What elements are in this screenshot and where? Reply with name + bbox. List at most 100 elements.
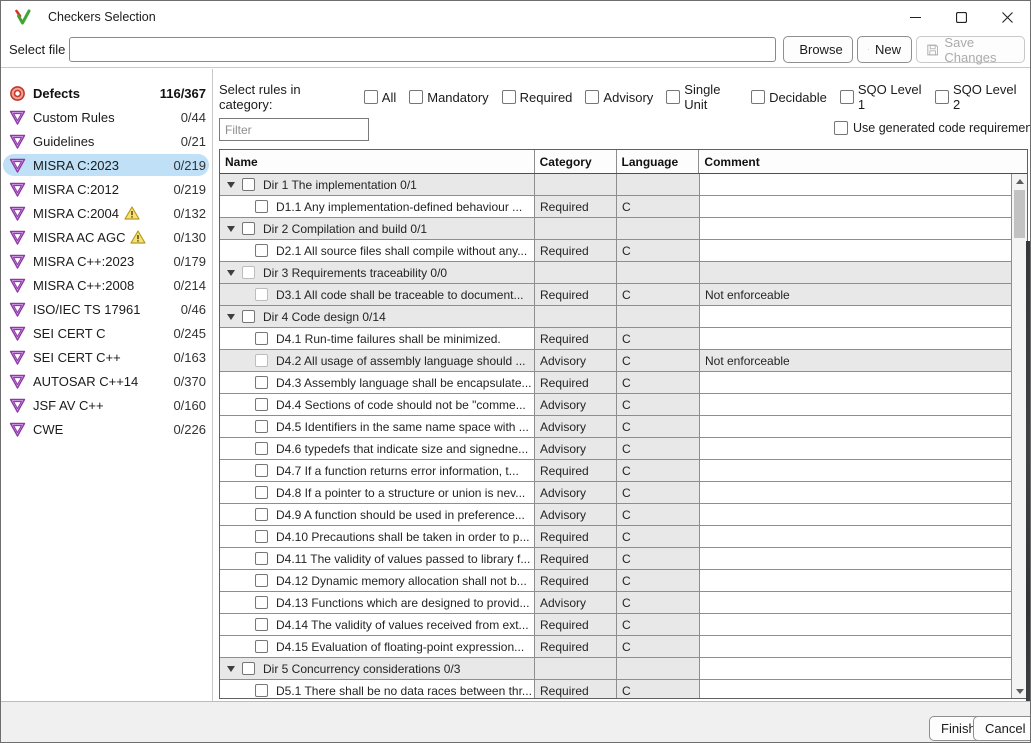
cancel-button[interactable]: Cancel <box>973 716 1031 741</box>
comment-cell[interactable] <box>700 262 1012 283</box>
category-checkbox[interactable] <box>935 90 949 104</box>
sidebar-item-sei-cert-c-[interactable]: SEI CERT C++0/163 <box>1 345 212 369</box>
category-option-single-unit[interactable]: Single Unit <box>666 82 738 112</box>
file-path-input[interactable] <box>69 37 776 62</box>
sidebar-item-iso-iec-ts-17961[interactable]: ISO/IEC TS 179610/46 <box>1 297 212 321</box>
comment-cell[interactable] <box>700 592 1012 613</box>
rule-checkbox[interactable] <box>255 486 268 499</box>
rule-checkbox[interactable] <box>242 178 255 191</box>
collapse-arrow-icon[interactable] <box>227 666 235 672</box>
close-button[interactable] <box>984 1 1030 33</box>
rule-checkbox[interactable] <box>255 530 268 543</box>
use-generated-code-checkbox[interactable] <box>834 121 848 135</box>
comment-cell[interactable] <box>700 614 1012 635</box>
collapse-arrow-icon[interactable] <box>227 182 235 188</box>
rule-checkbox[interactable] <box>255 200 268 213</box>
comment-cell[interactable] <box>700 240 1012 261</box>
rule-checkbox[interactable] <box>255 596 268 609</box>
comment-cell[interactable] <box>700 306 1012 327</box>
sidebar-item-defects[interactable]: Defects116/367 <box>1 81 212 105</box>
collapse-arrow-icon[interactable] <box>227 314 235 320</box>
column-header-language[interactable]: Language <box>617 150 700 173</box>
rule-checkbox[interactable] <box>255 332 268 345</box>
table-row[interactable]: D4.6 typedefs that indicate size and sig… <box>220 438 1027 460</box>
table-row[interactable]: D4.4 Sections of code should not be "com… <box>220 394 1027 416</box>
comment-cell[interactable] <box>700 526 1012 547</box>
table-row[interactable]: Dir 2 Compilation and build 0/1 <box>220 218 1027 240</box>
comment-cell[interactable] <box>700 504 1012 525</box>
sidebar-item-custom-rules[interactable]: Custom Rules0/44 <box>1 105 212 129</box>
rule-checkbox[interactable] <box>255 288 268 301</box>
rule-checkbox[interactable] <box>255 464 268 477</box>
comment-cell[interactable] <box>700 416 1012 437</box>
rule-checkbox[interactable] <box>255 442 268 455</box>
table-row[interactable]: D4.5 Identifiers in the same name space … <box>220 416 1027 438</box>
category-option-all[interactable]: All <box>364 90 396 105</box>
table-row[interactable]: D5.1 There shall be no data races betwee… <box>220 680 1027 699</box>
sidebar-item-guidelines[interactable]: Guidelines0/21 <box>1 129 212 153</box>
table-row[interactable]: D3.1 All code shall be traceable to docu… <box>220 284 1027 306</box>
category-checkbox[interactable] <box>840 90 854 104</box>
rule-checkbox[interactable] <box>255 398 268 411</box>
table-row[interactable]: Dir 3 Requirements traceability 0/0 <box>220 262 1027 284</box>
table-row[interactable]: D4.1 Run-time failures shall be minimize… <box>220 328 1027 350</box>
comment-cell[interactable] <box>700 658 1012 679</box>
table-row[interactable]: Dir 1 The implementation 0/1 <box>220 174 1027 196</box>
sidebar-item-misra-ac-agc[interactable]: MISRA AC AGC0/130 <box>1 225 212 249</box>
table-row[interactable]: D4.14 The validity of values received fr… <box>220 614 1027 636</box>
category-option-advisory[interactable]: Advisory <box>585 90 653 105</box>
table-row[interactable]: D4.10 Precautions shall be taken in orde… <box>220 526 1027 548</box>
rule-checkbox[interactable] <box>242 222 255 235</box>
sidebar-item-misra-c-2023[interactable]: MISRA C:20230/219 <box>1 153 212 177</box>
table-row[interactable]: Dir 5 Concurrency considerations 0/3 <box>220 658 1027 680</box>
sidebar-item-cwe[interactable]: CWE0/226 <box>1 417 212 441</box>
comment-cell[interactable]: Not enforceable <box>700 350 1012 371</box>
sidebar-item-jsf-av-c-[interactable]: JSF AV C++0/160 <box>1 393 212 417</box>
table-row[interactable]: D2.1 All source files shall compile with… <box>220 240 1027 262</box>
use-generated-code-option[interactable]: Use generated code requirements <box>834 121 1031 135</box>
rule-checkbox[interactable] <box>255 552 268 565</box>
table-row[interactable]: D4.2 All usage of assembly language shou… <box>220 350 1027 372</box>
category-checkbox[interactable] <box>666 90 680 104</box>
table-row[interactable]: D4.11 The validity of values passed to l… <box>220 548 1027 570</box>
category-option-sqo-level-2[interactable]: SQO Level 2 <box>935 82 1017 112</box>
table-vertical-scrollbar[interactable] <box>1011 174 1027 699</box>
scroll-down-arrow-icon[interactable] <box>1016 689 1024 694</box>
table-row[interactable]: Dir 4 Code design 0/14 <box>220 306 1027 328</box>
column-header-name[interactable]: Name <box>220 150 535 173</box>
collapse-arrow-icon[interactable] <box>227 270 235 276</box>
table-row[interactable]: D4.8 If a pointer to a structure or unio… <box>220 482 1027 504</box>
table-row[interactable]: D1.1 Any implementation-defined behaviou… <box>220 196 1027 218</box>
comment-cell[interactable] <box>700 548 1012 569</box>
table-row[interactable]: D4.13 Functions which are designed to pr… <box>220 592 1027 614</box>
category-checkbox[interactable] <box>585 90 599 104</box>
comment-cell[interactable] <box>700 482 1012 503</box>
comment-cell[interactable] <box>700 174 1012 195</box>
comment-cell[interactable] <box>700 394 1012 415</box>
rule-checkbox[interactable] <box>255 684 268 697</box>
table-row[interactable]: D4.9 A function should be used in prefer… <box>220 504 1027 526</box>
collapse-arrow-icon[interactable] <box>227 226 235 232</box>
filter-input[interactable] <box>219 118 369 141</box>
sidebar-item-autosar-c-14[interactable]: AUTOSAR C++140/370 <box>1 369 212 393</box>
table-row[interactable]: D4.12 Dynamic memory allocation shall no… <box>220 570 1027 592</box>
rule-checkbox[interactable] <box>255 420 268 433</box>
category-option-required[interactable]: Required <box>502 90 573 105</box>
comment-cell[interactable] <box>700 218 1012 239</box>
comment-cell[interactable] <box>700 680 1012 699</box>
sidebar-item-sei-cert-c[interactable]: SEI CERT C0/245 <box>1 321 212 345</box>
new-button[interactable]: New <box>857 36 912 63</box>
rule-checkbox[interactable] <box>255 376 268 389</box>
category-option-mandatory[interactable]: Mandatory <box>409 90 488 105</box>
comment-cell[interactable] <box>700 196 1012 217</box>
category-checkbox[interactable] <box>409 90 423 104</box>
rule-checkbox[interactable] <box>255 574 268 587</box>
sidebar-item-misra-c-2012[interactable]: MISRA C:20120/219 <box>1 177 212 201</box>
column-header-category[interactable]: Category <box>535 150 617 173</box>
comment-cell[interactable] <box>700 328 1012 349</box>
category-option-sqo-level-1[interactable]: SQO Level 1 <box>840 82 922 112</box>
browse-button[interactable]: Browse <box>783 36 853 63</box>
comment-cell[interactable] <box>700 460 1012 481</box>
rule-checkbox[interactable] <box>255 508 268 521</box>
category-option-decidable[interactable]: Decidable <box>751 90 827 105</box>
